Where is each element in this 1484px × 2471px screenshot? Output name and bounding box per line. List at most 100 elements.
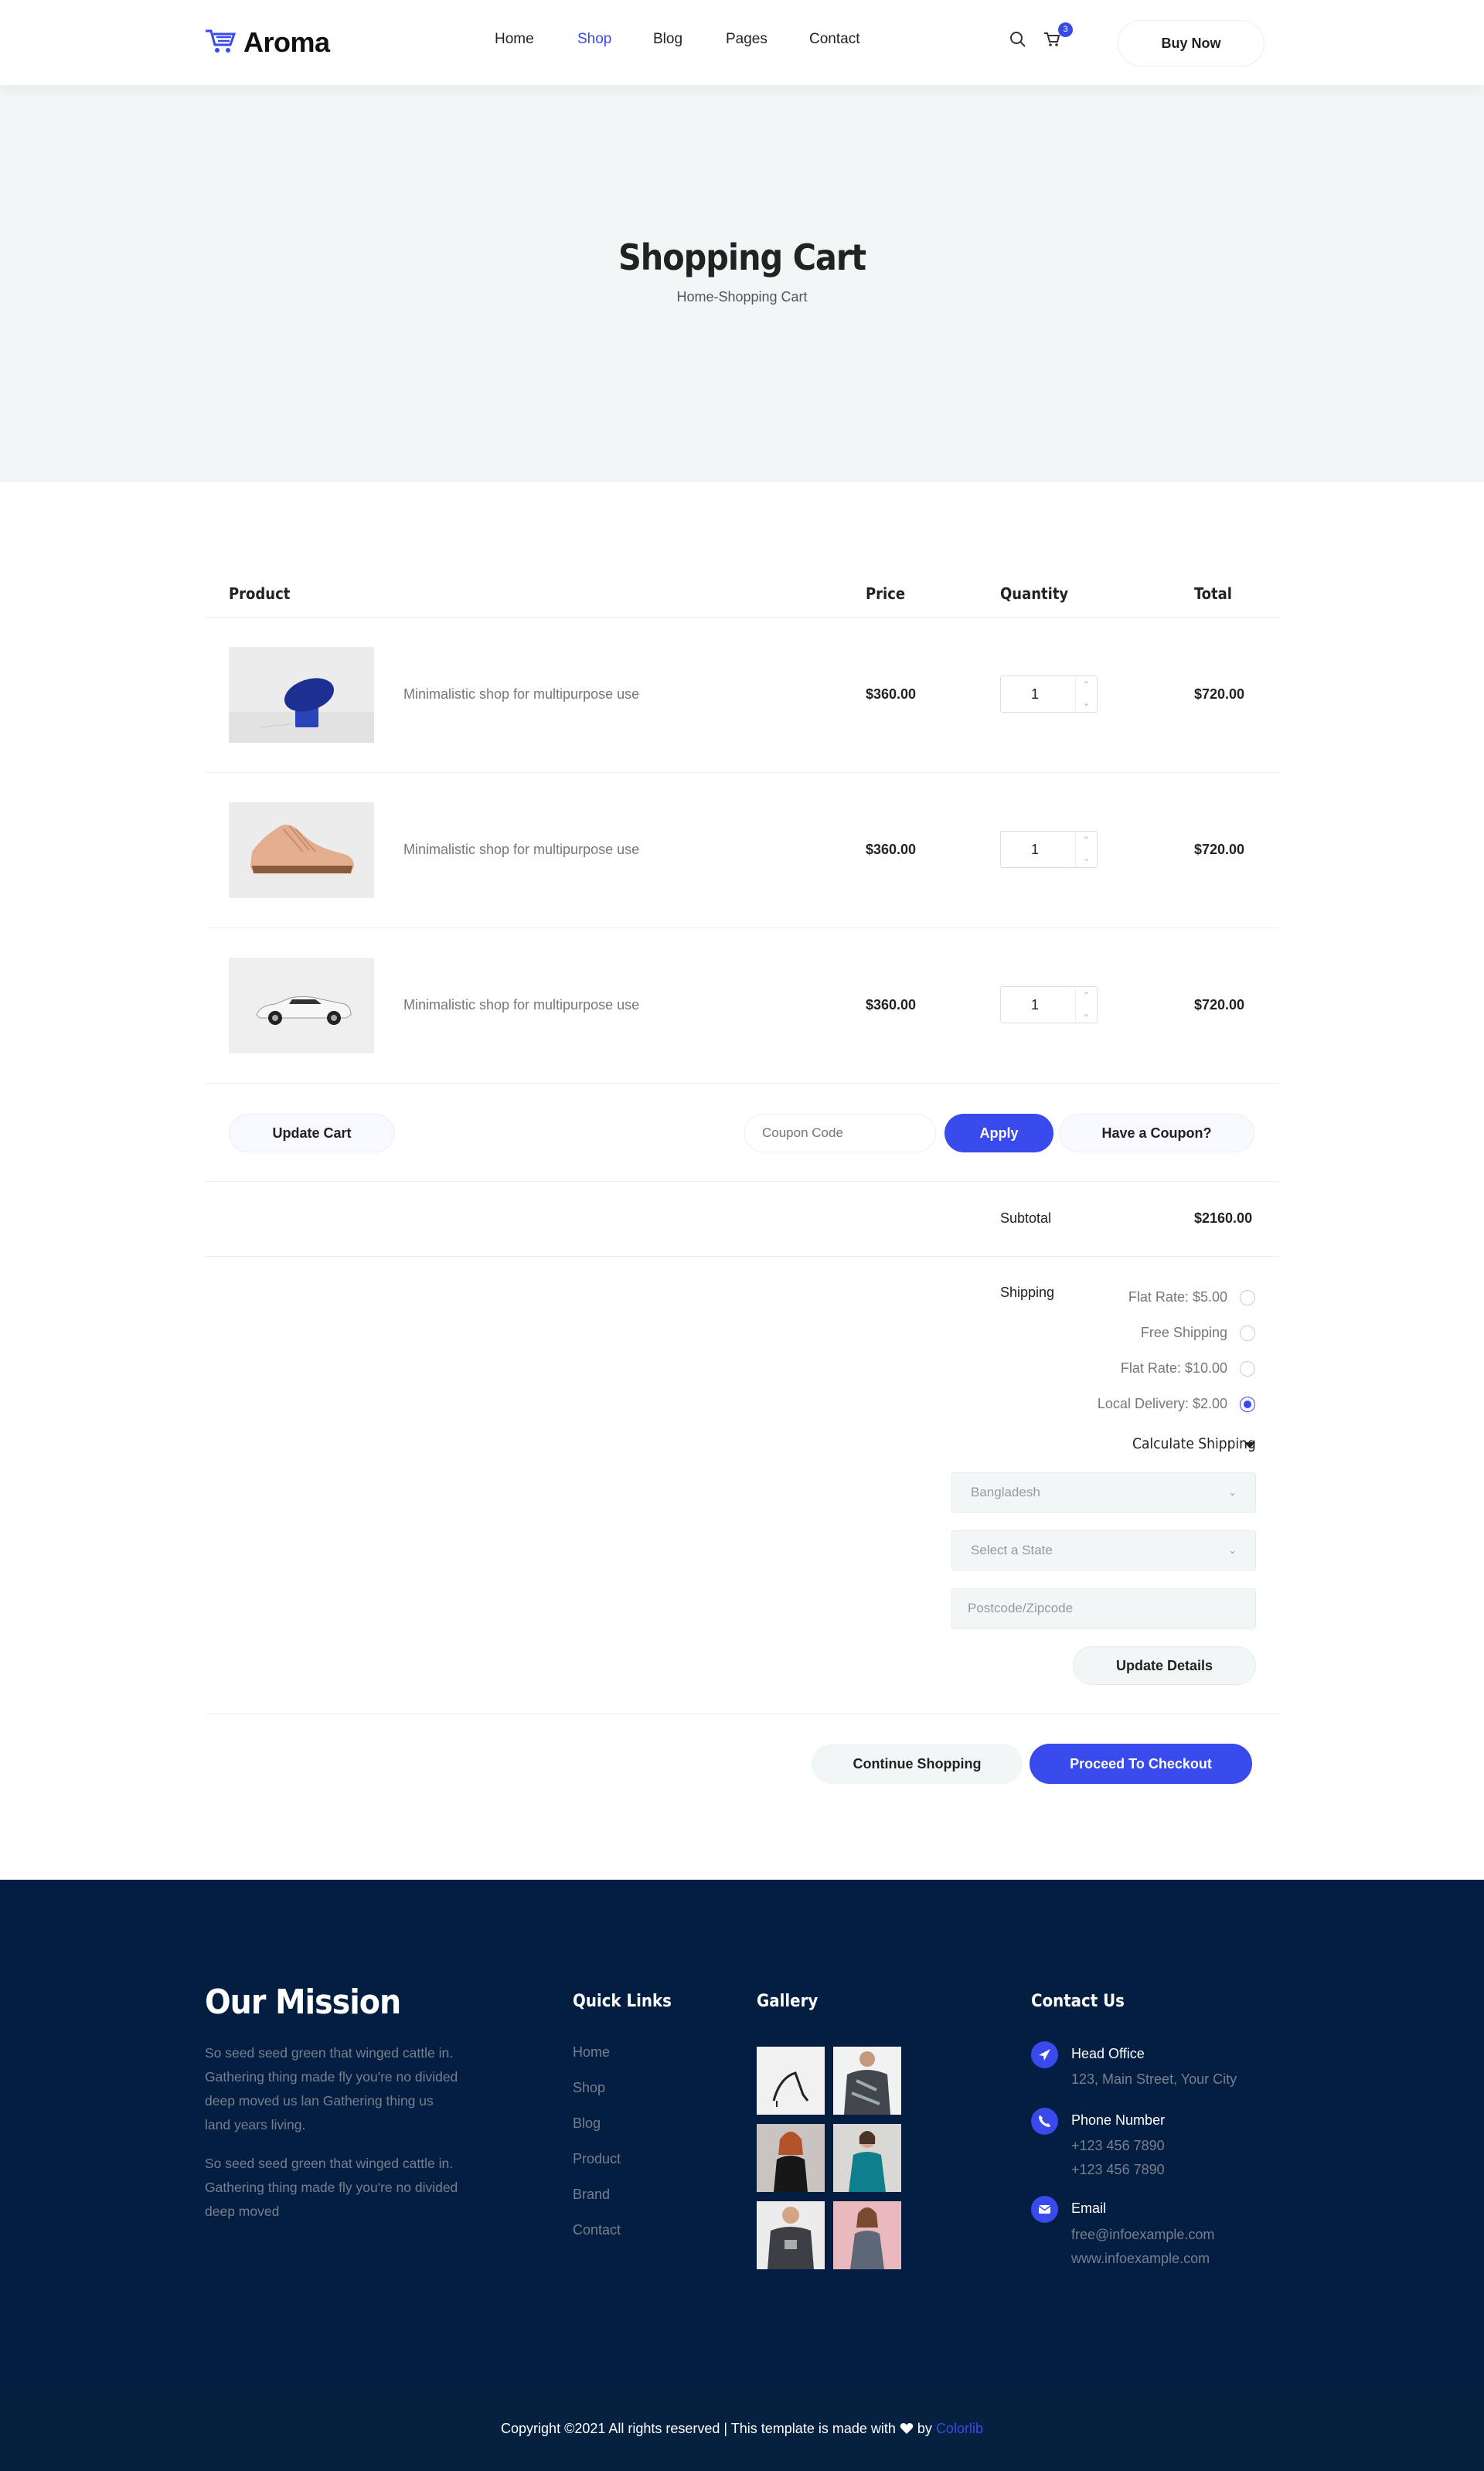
- cart-count-badge: 3: [1058, 22, 1073, 37]
- country-value: Bangladesh: [971, 1485, 1040, 1499]
- shipping-radio-selected[interactable]: [1240, 1397, 1255, 1412]
- footer-link-shop[interactable]: Shop: [573, 2080, 605, 2096]
- postcode-input[interactable]: Postcode/Zipcode: [951, 1588, 1256, 1629]
- nav-pages[interactable]: Pages: [726, 31, 768, 48]
- mission-title: Our Mission: [205, 1983, 401, 2022]
- quantity-value[interactable]: 1: [1001, 987, 1069, 1023]
- chevron-down-icon[interactable]: ⌄: [1075, 1005, 1097, 1023]
- product-price: $360.00: [866, 997, 917, 1013]
- heart-icon: [900, 2421, 917, 2436]
- nav-blog[interactable]: Blog: [653, 31, 682, 48]
- row-total: $720.00: [1194, 686, 1245, 702]
- cart-logo-icon: [205, 28, 237, 58]
- location-arrow-icon: [1031, 2041, 1058, 2068]
- divider: [205, 1083, 1279, 1084]
- shipping-option-label[interactable]: Local Delivery: $2.00: [1098, 1396, 1227, 1412]
- breadcrumb-home[interactable]: Home: [676, 289, 713, 305]
- state-select[interactable]: Select a State ⌄: [951, 1530, 1256, 1571]
- postcode-placeholder: Postcode/Zipcode: [968, 1601, 1074, 1615]
- nav-contact[interactable]: Contact: [809, 31, 859, 48]
- divider: [205, 1256, 1279, 1257]
- shipping-radio[interactable]: [1240, 1361, 1255, 1377]
- product-image-lamp: [229, 647, 374, 743]
- chevron-down-icon: ⌄: [1228, 1544, 1237, 1556]
- quantity-value[interactable]: 1: [1001, 676, 1069, 712]
- gallery-image-woman-teal[interactable]: [833, 2124, 901, 2192]
- product-price: $360.00: [866, 686, 917, 702]
- chevron-down-icon: ⌄: [1228, 1486, 1237, 1498]
- continue-shopping-button[interactable]: Continue Shopping: [812, 1744, 1023, 1784]
- gallery-image-heels[interactable]: [757, 2047, 825, 2115]
- gallery-image-man-tee[interactable]: [757, 2201, 825, 2269]
- footer-link-contact[interactable]: Contact: [573, 2222, 621, 2238]
- column-header-quantity: Quantity: [1000, 584, 1069, 603]
- shipping-radio[interactable]: [1240, 1290, 1255, 1305]
- row-total: $720.00: [1194, 997, 1245, 1013]
- update-cart-button[interactable]: Update Cart: [229, 1114, 395, 1152]
- logo[interactable]: Aroma: [205, 26, 330, 59]
- page-title: Shopping Cart: [618, 237, 866, 278]
- site-header: Aroma Home Shop Blog Pages Contact 3 Buy…: [0, 0, 1484, 85]
- mission-paragraph: So seed seed green that winged cattle in…: [205, 2045, 458, 2132]
- mission-paragraph: So seed seed green that winged cattle in…: [205, 2156, 458, 2219]
- chevron-up-icon[interactable]: ⌃: [1075, 832, 1097, 849]
- calculate-shipping-toggle[interactable]: Calculate Shipping: [1132, 1435, 1256, 1452]
- phone-number[interactable]: +123 456 7890: [1071, 2162, 1165, 2178]
- head-office-title: Head Office: [1071, 2046, 1145, 2061]
- website-address[interactable]: www.infoexample.com: [1071, 2251, 1210, 2267]
- have-coupon-button[interactable]: Have a Coupon?: [1059, 1114, 1254, 1152]
- gallery-image-woman-pink[interactable]: [833, 2201, 901, 2269]
- logo-text: Aroma: [243, 26, 330, 58]
- shipping-option-label[interactable]: Free Shipping: [1141, 1325, 1227, 1341]
- gallery-image-man-shirt[interactable]: [833, 2047, 901, 2115]
- quantity-stepper[interactable]: 1 ⌃ ⌄: [1000, 831, 1098, 868]
- quantity-stepper[interactable]: 1 ⌃ ⌄: [1000, 676, 1098, 713]
- footer-link-blog[interactable]: Blog: [573, 2115, 601, 2132]
- colorlib-link[interactable]: Colorlib: [936, 2421, 983, 2436]
- product-name[interactable]: Minimalistic shop for multipurpose use: [403, 997, 639, 1013]
- footer-link-brand[interactable]: Brand: [573, 2187, 610, 2203]
- buy-now-button[interactable]: Buy Now: [1118, 20, 1264, 66]
- copyright-text: Copyright ©2021 All rights reserved | Th…: [0, 2421, 1484, 2437]
- state-placeholder: Select a State: [971, 1543, 1053, 1557]
- footer-link-home[interactable]: Home: [573, 2044, 610, 2061]
- coupon-code-input[interactable]: [744, 1114, 936, 1152]
- email-address[interactable]: free@infoexample.com: [1071, 2227, 1214, 2243]
- product-price: $360.00: [866, 842, 917, 857]
- divider: [205, 1181, 1279, 1182]
- search-icon[interactable]: [1009, 31, 1026, 52]
- cart-icon[interactable]: [1043, 32, 1060, 51]
- product-name[interactable]: Minimalistic shop for multipurpose use: [403, 842, 639, 858]
- copyright-by: by: [917, 2421, 932, 2436]
- quantity-stepper[interactable]: 1 ⌃ ⌄: [1000, 986, 1098, 1023]
- nav-shop[interactable]: Shop: [577, 31, 611, 48]
- product-image-sneaker: [229, 802, 374, 898]
- divider: [205, 617, 1279, 618]
- phone-icon: [1031, 2108, 1058, 2135]
- update-details-button[interactable]: Update Details: [1073, 1646, 1256, 1685]
- shipping-radio[interactable]: [1240, 1326, 1255, 1341]
- envelope-icon: [1031, 2196, 1058, 2223]
- footer-link-product[interactable]: Product: [573, 2151, 621, 2167]
- chevron-up-icon[interactable]: ⌃: [1075, 987, 1097, 1005]
- quantity-value[interactable]: 1: [1001, 832, 1069, 867]
- apply-coupon-button[interactable]: Apply: [945, 1114, 1053, 1152]
- caret-down-icon[interactable]: [1244, 1442, 1255, 1448]
- gallery-image-woman-red[interactable]: [757, 2124, 825, 2192]
- chevron-down-icon[interactable]: ⌄: [1075, 849, 1097, 867]
- chevron-down-icon[interactable]: ⌄: [1075, 694, 1097, 712]
- shipping-option-label[interactable]: Flat Rate: $5.00: [1128, 1289, 1227, 1305]
- country-select[interactable]: Bangladesh ⌄: [951, 1472, 1256, 1513]
- proceed-to-checkout-button[interactable]: Proceed To Checkout: [1030, 1744, 1252, 1784]
- product-image-car: [229, 958, 374, 1053]
- quick-links-title: Quick Links: [573, 1992, 672, 2011]
- shipping-option-label[interactable]: Flat Rate: $10.00: [1121, 1360, 1227, 1377]
- product-name[interactable]: Minimalistic shop for multipurpose use: [403, 686, 639, 703]
- nav-home[interactable]: Home: [495, 31, 534, 48]
- breadcrumb: Home-Shopping Cart: [0, 289, 1484, 305]
- subtotal-label: Subtotal: [1000, 1210, 1052, 1226]
- column-header-total: Total: [1194, 584, 1232, 603]
- chevron-up-icon[interactable]: ⌃: [1075, 676, 1097, 694]
- phone-number[interactable]: +123 456 7890: [1071, 2138, 1165, 2154]
- contact-title: Contact Us: [1031, 1992, 1125, 2011]
